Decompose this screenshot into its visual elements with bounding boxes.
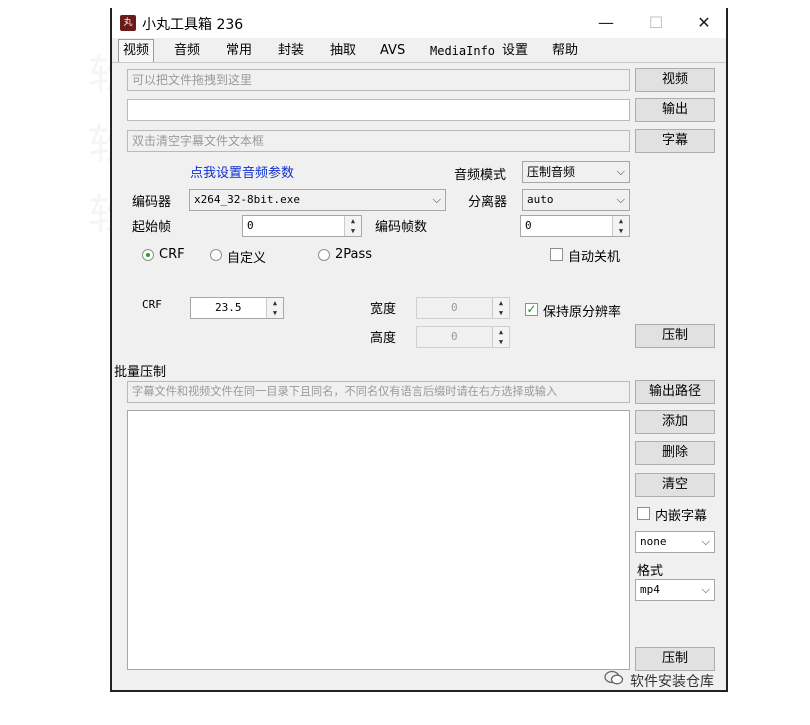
delete-button[interactable]: 删除	[635, 441, 715, 465]
close-button[interactable]: ✕	[684, 10, 724, 36]
audio-mode-value: 压制音频	[527, 165, 576, 179]
tab-video[interactable]: 视频	[118, 39, 155, 62]
video-button[interactable]: 视频	[635, 68, 715, 92]
keep-resolution-checkbox[interactable]: ✓	[525, 303, 538, 316]
encoder-value: x264_32-8bit.exe	[194, 193, 300, 206]
custom-radio[interactable]	[210, 249, 222, 261]
crf-spinner[interactable]: 23.5 ▲ ▼	[190, 297, 284, 319]
keep-resolution-label: 保持原分辨率	[543, 305, 622, 320]
auto-shutdown-checkbox[interactable]	[550, 248, 563, 261]
width-value: 0	[451, 301, 458, 314]
spinner-arrows[interactable]: ▲ ▼	[266, 298, 283, 318]
start-frame-label: 起始帧	[132, 220, 172, 235]
subtitle-button[interactable]: 字幕	[635, 129, 715, 153]
tab-strip: 视频 音频 常用 封装 抽取 AVS MediaInfo 设置 帮助	[112, 38, 726, 62]
crf-value: 23.5	[215, 301, 242, 314]
subtitle-lang-value: none	[640, 535, 667, 548]
signature-text: 软件安装仓库	[630, 674, 714, 690]
width-spinner[interactable]: 0 ▲ ▼	[416, 297, 510, 319]
height-label: 高度	[370, 331, 397, 346]
compress-button[interactable]: 压制	[635, 324, 715, 348]
tab-avs[interactable]: AVS	[380, 41, 405, 61]
tab-extract[interactable]: 抽取	[330, 41, 356, 61]
crf-label: CRF	[142, 298, 162, 311]
chevron-down-icon: ⌵	[616, 193, 625, 206]
demuxer-select[interactable]: auto ⌵	[522, 189, 630, 211]
video-file-input[interactable]: 可以把文件拖拽到这里	[127, 69, 630, 91]
encoder-select[interactable]: x264_32-8bit.exe ⌵	[189, 189, 446, 211]
custom-radio-label: 自定义	[227, 251, 267, 266]
embed-subtitles-label: 内嵌字幕	[655, 509, 708, 524]
chevron-down-icon: ⌵	[701, 535, 710, 548]
tab-help[interactable]: 帮助	[552, 41, 578, 61]
audio-settings-link[interactable]: 点我设置音频参数	[190, 162, 294, 181]
minimize-button[interactable]: —	[586, 10, 626, 36]
twopass-radio[interactable]	[318, 249, 330, 261]
tab-settings[interactable]: 设置	[502, 41, 528, 61]
encode-frames-label: 编码帧数	[375, 220, 428, 235]
audio-mode-label: 音频模式	[454, 168, 507, 183]
add-button[interactable]: 添加	[635, 410, 715, 434]
tab-audio[interactable]: 音频	[174, 41, 200, 61]
crf-radio[interactable]	[142, 249, 154, 261]
output-file-input[interactable]	[127, 99, 630, 121]
maximize-button[interactable]: ☐	[636, 10, 676, 36]
demuxer-label: 分离器	[468, 195, 508, 210]
format-label: 格式	[637, 564, 664, 579]
start-frame-spinner[interactable]: 0 ▲ ▼	[242, 215, 362, 237]
spinner-arrows[interactable]: ▲ ▼	[492, 327, 509, 347]
embed-subtitles-checkbox[interactable]	[637, 507, 650, 520]
wechat-icon	[604, 670, 624, 686]
crf-radio-label: CRF	[159, 247, 185, 262]
subtitle-lang-select[interactable]: none ⌵	[635, 531, 715, 553]
tab-common[interactable]: 常用	[226, 41, 252, 61]
chevron-down-icon: ⌵	[432, 193, 441, 206]
app-window: 丸 小丸工具箱 236 — ☐ ✕ 视频 音频 常用 封装 抽取 AVS Med…	[110, 8, 728, 692]
spinner-arrows[interactable]: ▲ ▼	[344, 216, 361, 236]
format-select[interactable]: mp4 ⌵	[635, 579, 715, 601]
clear-button[interactable]: 清空	[635, 473, 715, 497]
height-value: 0	[451, 330, 458, 343]
auto-shutdown-label: 自动关机	[568, 250, 621, 265]
audio-mode-select[interactable]: 压制音频 ⌵	[522, 161, 630, 183]
batch-compress-button[interactable]: 压制	[635, 647, 715, 671]
tab-mediainfo[interactable]: MediaInfo	[430, 41, 495, 61]
format-value: mp4	[640, 583, 660, 596]
encoder-label: 编码器	[132, 195, 172, 210]
batch-hint-input[interactable]: 字幕文件和视频文件在同一目录下且同名，不同名仅有语言后缀时请在右方选择或输入	[127, 381, 630, 403]
chevron-down-icon: ⌵	[616, 165, 625, 178]
output-button[interactable]: 输出	[635, 98, 715, 122]
spinner-arrows[interactable]: ▲ ▼	[492, 298, 509, 318]
encode-frames-value: 0	[525, 219, 532, 232]
twopass-radio-label: 2Pass	[335, 247, 373, 262]
tab-mux[interactable]: 封装	[278, 41, 304, 61]
window-title: 小丸工具箱 236	[142, 17, 244, 33]
spinner-arrows[interactable]: ▲ ▼	[612, 216, 629, 236]
tab-divider	[112, 62, 726, 63]
width-label: 宽度	[370, 302, 397, 317]
title-bar: 丸 小丸工具箱 236 — ☐ ✕	[112, 8, 726, 38]
app-icon: 丸	[120, 15, 136, 31]
chevron-down-icon: ⌵	[701, 583, 710, 596]
encode-frames-spinner[interactable]: 0 ▲ ▼	[520, 215, 630, 237]
height-spinner[interactable]: 0 ▲ ▼	[416, 326, 510, 348]
subtitle-file-input[interactable]: 双击清空字幕文件文本框	[127, 130, 630, 152]
demuxer-value: auto	[527, 193, 554, 206]
batch-file-list[interactable]	[127, 410, 630, 670]
start-frame-value: 0	[247, 219, 254, 232]
batch-section-title: 批量压制	[114, 365, 167, 380]
output-path-button[interactable]: 输出路径	[635, 380, 715, 404]
